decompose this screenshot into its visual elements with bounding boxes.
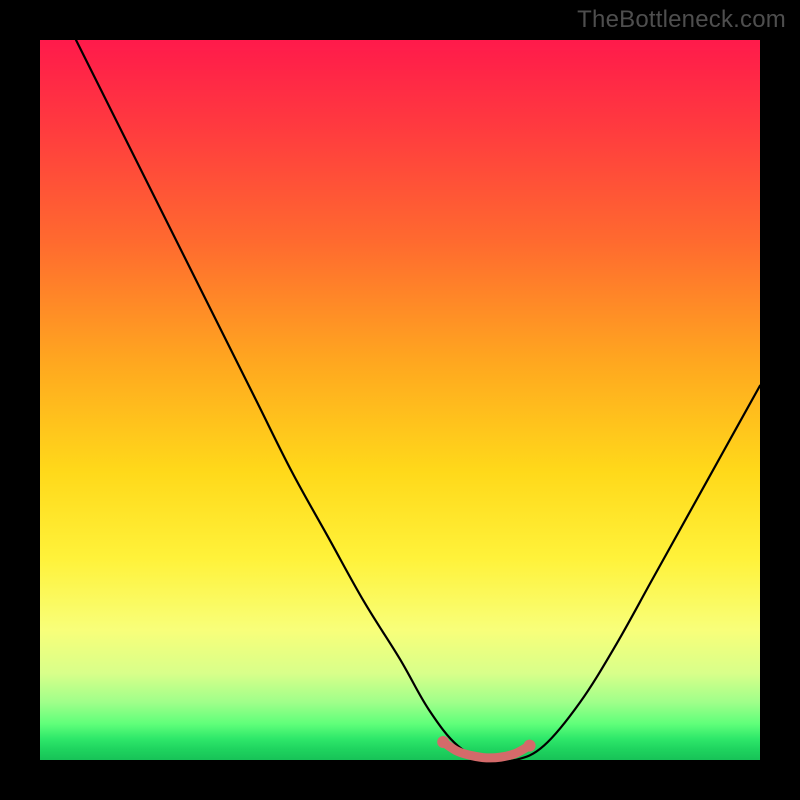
optimal-zone-endpoint xyxy=(524,740,536,752)
optimal-zone-endpoint xyxy=(437,736,449,748)
bottleneck-curve xyxy=(76,40,760,762)
chart-frame: TheBottleneck.com xyxy=(0,0,800,800)
watermark-text: TheBottleneck.com xyxy=(577,6,786,34)
plot-area xyxy=(40,40,760,760)
curve-layer xyxy=(40,40,760,760)
